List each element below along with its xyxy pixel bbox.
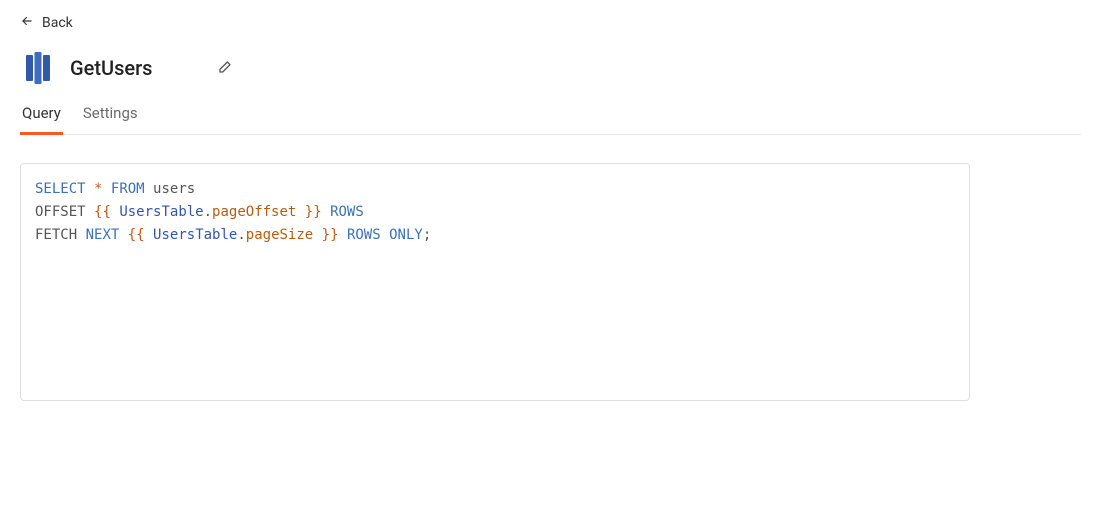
tabs: Query Settings [20, 104, 1081, 135]
edit-icon[interactable] [216, 60, 232, 76]
datasource-icon [20, 50, 56, 86]
back-link[interactable]: Back [20, 14, 1081, 32]
sql-editor[interactable]: SELECT * FROM usersOFFSET {{ UsersTable.… [20, 163, 970, 401]
title-row: GetUsers [20, 50, 1081, 86]
tab-settings[interactable]: Settings [81, 104, 140, 135]
page-title: GetUsers [70, 56, 152, 80]
back-label: Back [42, 15, 73, 31]
code-line: FETCH NEXT {{ UsersTable.pageSize }} ROW… [35, 224, 955, 247]
code-line: SELECT * FROM users [35, 178, 955, 201]
arrow-left-icon [20, 14, 34, 32]
code-line: OFFSET {{ UsersTable.pageOffset }} ROWS [35, 201, 955, 224]
tab-query[interactable]: Query [20, 104, 63, 135]
